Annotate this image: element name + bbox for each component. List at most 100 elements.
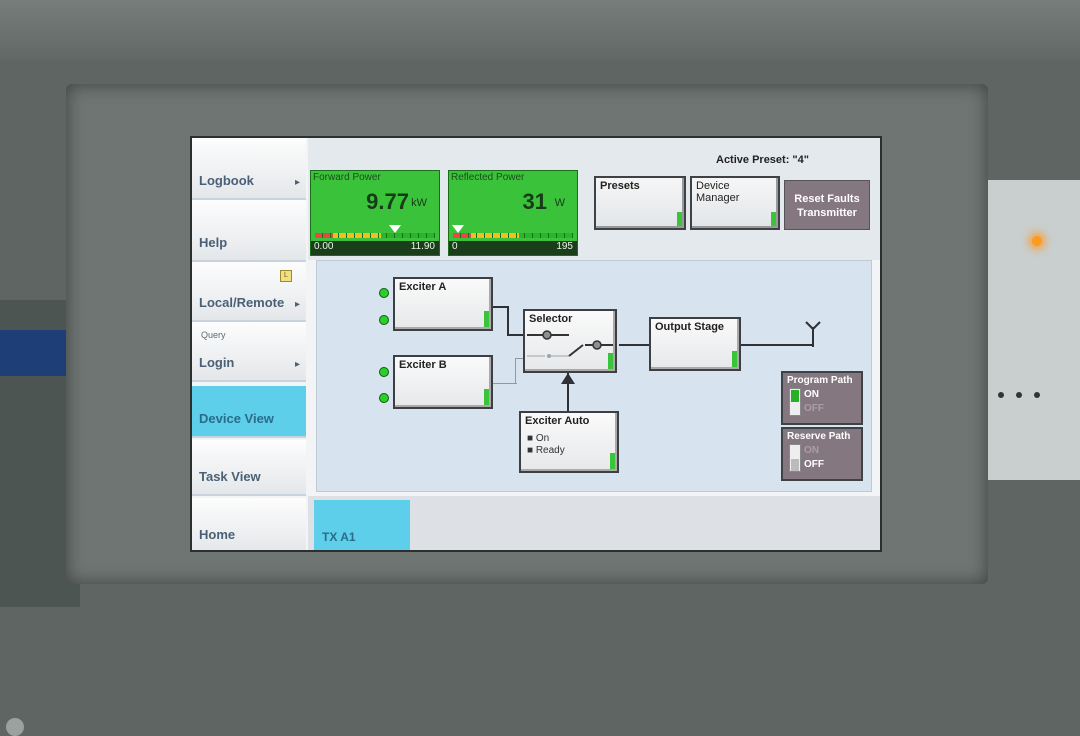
nav-task-view[interactable]: Task View (192, 440, 306, 496)
exciter-b-led-2 (379, 393, 389, 403)
reflected-power-title: Reflected Power (451, 172, 525, 183)
device-manager-label: Device Manager (696, 180, 740, 204)
nav-local-remote[interactable]: L Local/Remote ▸ (192, 262, 306, 322)
selector-status-indicator (608, 353, 613, 369)
reset-faults-transmitter-button[interactable]: Reset Faults Transmitter (784, 180, 870, 230)
nav-home[interactable]: Home (192, 498, 306, 550)
device-manager-button[interactable]: Device Manager (690, 176, 780, 230)
chevron-right-icon: ▸ (294, 177, 300, 188)
forward-power-unit: kW (411, 197, 427, 209)
header-bar: Active Preset: "4" Forward Power 9.77 kW… (308, 138, 880, 260)
reflected-power-value: 31 (522, 189, 547, 214)
reflected-power-max: 195 (556, 241, 573, 252)
nav-help-label: Help (199, 235, 228, 250)
reflected-power-min: 0 (452, 241, 458, 252)
reserve-path-switch[interactable]: Reserve Path ON OFF (781, 427, 863, 481)
nav-home-label: Home (199, 527, 236, 542)
exciter-a-block[interactable]: Exciter A (393, 277, 493, 331)
exciter-b-block[interactable]: Exciter B (393, 355, 493, 409)
toggle-knob-icon (791, 459, 799, 471)
reset-faults-label: Reset Faults (794, 193, 860, 205)
device-manager-status-indicator (771, 212, 776, 226)
reset-transmitter-label: Transmitter (797, 207, 857, 219)
nav-logbook-label: Logbook (199, 173, 254, 188)
nav-local-remote-label: Local/Remote (199, 295, 285, 310)
forward-power-min: 0.00 (314, 241, 334, 252)
chevron-right-icon: ▸ (294, 299, 300, 310)
presets-label: Presets (600, 180, 640, 192)
forward-power-value: 9.77 (366, 189, 409, 214)
forward-power-ticks (315, 233, 435, 238)
rack-top-panel (0, 0, 1080, 60)
rack-dot (1034, 392, 1040, 398)
nav-query-label: Query (201, 330, 226, 340)
reserve-path-toggle (789, 444, 801, 472)
reserve-path-off-label: OFF (804, 459, 824, 470)
wire (619, 344, 653, 346)
reflected-power-pointer-icon (452, 225, 464, 233)
exciter-b-led-1 (379, 367, 389, 377)
exciter-auto-on-label: On (535, 433, 550, 444)
switch-symbol-icon (527, 330, 613, 358)
bottom-tab-bar: TX A1 (308, 496, 880, 550)
nav-login-label: Login (199, 355, 235, 370)
device-diagram: Exciter A Exciter B Selector Exciter Aut… (316, 260, 872, 492)
reserve-path-on-label: ON (804, 445, 819, 456)
tab-tx-a1-label: TX A1 (322, 530, 356, 544)
output-stage-label: Output Stage (655, 321, 725, 333)
program-path-title: Program Path (787, 375, 853, 386)
exciter-auto-on-status: ■ On (527, 433, 550, 444)
exciter-auto-block[interactable]: Exciter Auto ■ On ■ Ready (519, 411, 619, 473)
touch-screen: Logbook ▸ Help L Local/Remote ▸ Query Lo… (190, 136, 882, 552)
forward-power-title: Forward Power (313, 172, 381, 183)
status-led-icon (1032, 236, 1042, 246)
nav-help[interactable]: Help (192, 200, 306, 262)
active-preset-label: Active Preset: "4" (716, 154, 809, 166)
wire (515, 359, 516, 384)
arrow-up-icon (561, 373, 575, 384)
program-path-off-label: OFF (804, 403, 824, 414)
local-badge-icon: L (280, 270, 292, 282)
nav-device-view-label: Device View (199, 411, 274, 426)
selector-label: Selector (529, 313, 573, 325)
exciter-a-led-2 (379, 315, 389, 325)
output-stage-status-indicator (732, 351, 737, 367)
program-path-toggle (789, 388, 801, 416)
nav-logbook[interactable]: Logbook ▸ (192, 138, 306, 200)
exciter-b-status-indicator (484, 389, 489, 405)
reflected-power-unit: W (554, 197, 565, 209)
exciter-auto-ready-status: ■ Ready (527, 445, 565, 456)
exciter-a-led-1 (379, 288, 389, 298)
exciter-auto-label: Exciter Auto (525, 415, 590, 427)
nav-task-view-label: Task View (199, 469, 261, 484)
toggle-knob-icon (791, 390, 799, 402)
wire (493, 383, 517, 384)
reflected-power-meter[interactable]: Reflected Power 31 W 0 195 (448, 170, 578, 256)
forward-power-pointer-icon (389, 225, 401, 233)
program-path-switch[interactable]: Program Path ON OFF (781, 371, 863, 425)
presets-status-indicator (677, 212, 682, 226)
antenna-icon (805, 321, 821, 347)
presets-button[interactable]: Presets (594, 176, 686, 230)
output-stage-block[interactable]: Output Stage (649, 317, 741, 371)
tab-tx-a1[interactable]: TX A1 (314, 500, 410, 550)
rack-screw (6, 718, 24, 736)
exciter-auto-ready-label: Ready (535, 445, 565, 456)
wire (507, 306, 509, 336)
exciter-a-label: Exciter A (399, 281, 447, 293)
nav-login[interactable]: Query Login ▸ (192, 322, 306, 382)
exciter-auto-status-indicator (610, 453, 615, 469)
exciter-b-label: Exciter B (399, 359, 447, 371)
program-path-on-label: ON (804, 389, 819, 400)
rack-dot (1016, 392, 1022, 398)
rack-dot (998, 392, 1004, 398)
rack-blue-strip (0, 330, 70, 376)
reflected-power-ticks (453, 233, 573, 238)
reserve-path-title: Reserve Path (787, 431, 851, 442)
forward-power-meter[interactable]: Forward Power 9.77 kW 0.00 11.90 (310, 170, 440, 256)
exciter-a-status-indicator (484, 311, 489, 327)
selector-block[interactable]: Selector (523, 309, 617, 373)
nav-device-view[interactable]: Device View (192, 386, 306, 438)
chevron-right-icon: ▸ (294, 359, 300, 370)
forward-power-max: 11.90 (410, 241, 435, 252)
